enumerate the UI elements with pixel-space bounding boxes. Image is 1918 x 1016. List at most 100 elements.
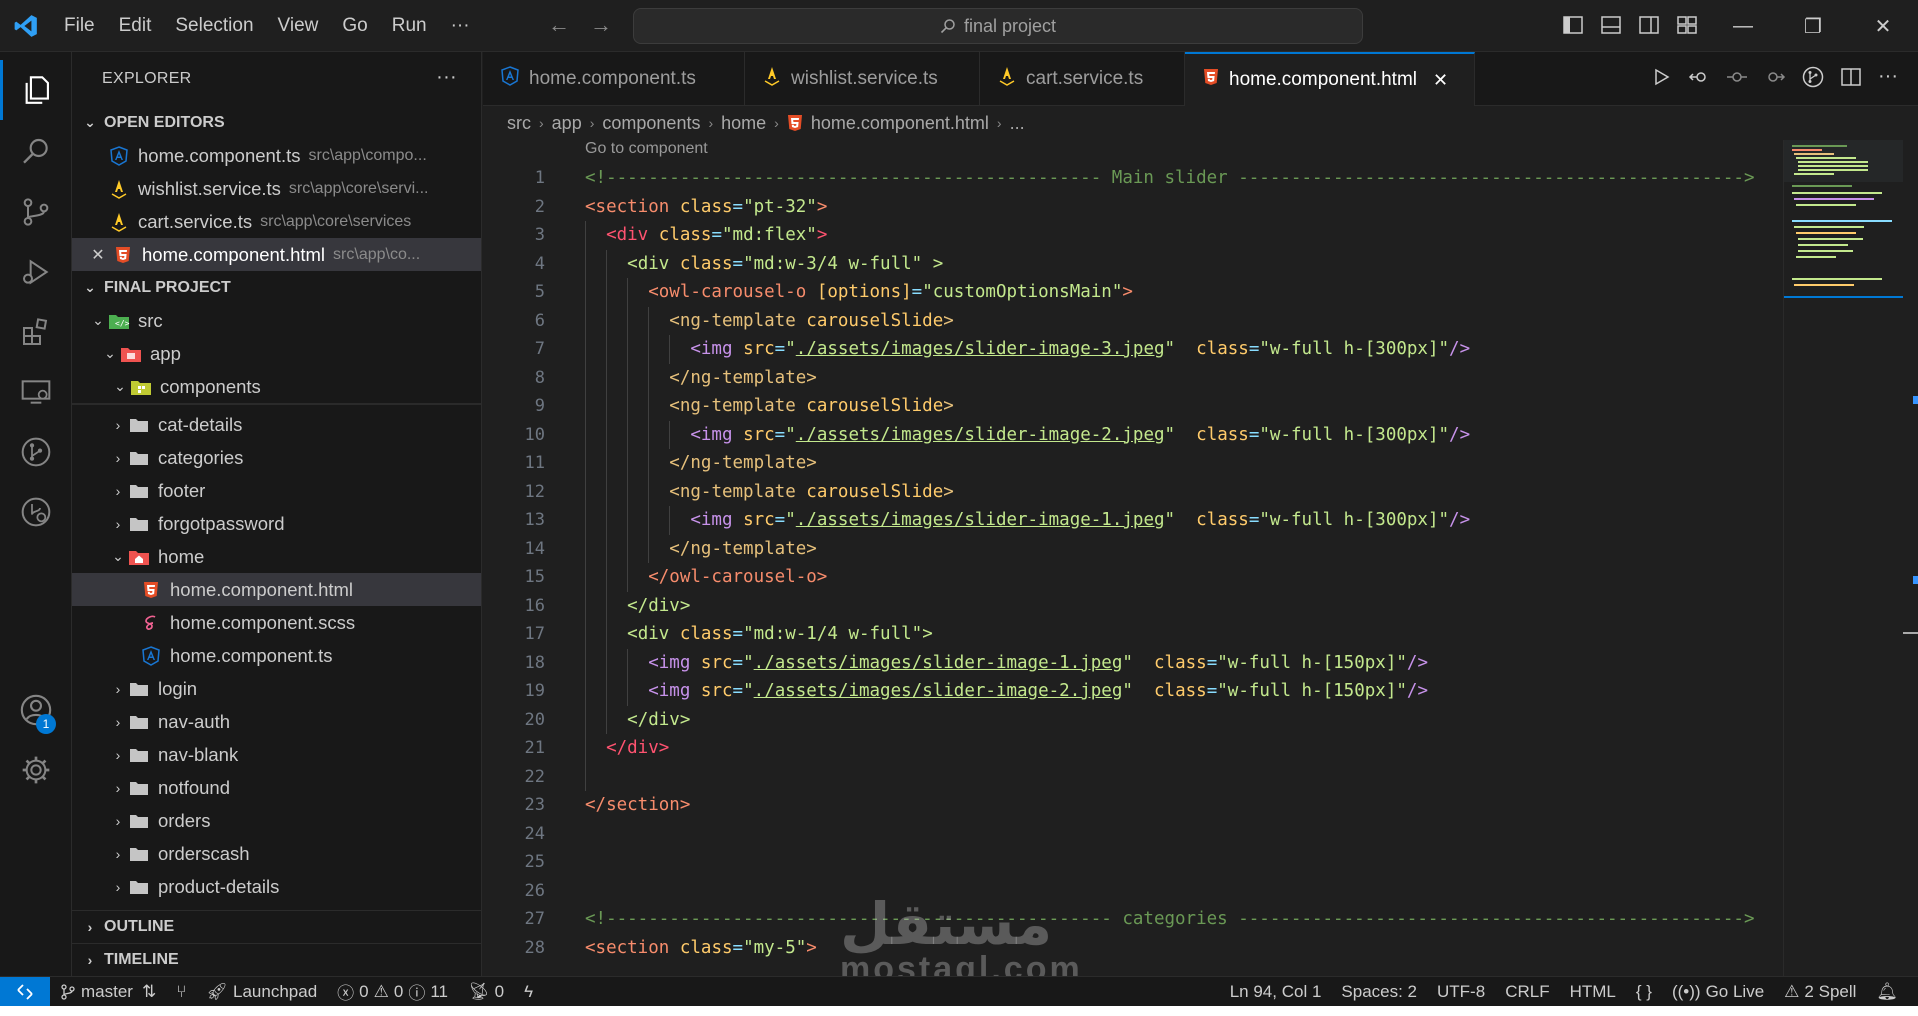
code-line[interactable]: <img src="./assets/images/slider-image-1… bbox=[585, 648, 1754, 677]
prettier-icon[interactable]: { } bbox=[1626, 982, 1662, 1002]
minimize-icon[interactable]: — bbox=[1708, 0, 1778, 52]
ports-status[interactable]: 📡︎ 0 bbox=[458, 982, 514, 1002]
run-icon[interactable] bbox=[1650, 66, 1672, 88]
tree-folder[interactable]: › login bbox=[72, 672, 481, 705]
open-editors-section[interactable]: ⌄ OPEN EDITORS bbox=[72, 106, 481, 139]
testing-icon[interactable] bbox=[0, 482, 72, 542]
code-line[interactable]: <section class="my-5"> bbox=[585, 934, 1754, 963]
tree-folder-src[interactable]: ⌄ </> src bbox=[72, 304, 481, 337]
tree-file[interactable]: home.component.ts bbox=[72, 639, 481, 672]
menu-run[interactable]: Run bbox=[380, 15, 439, 37]
code-line[interactable]: <div class="md:w-3/4 w-full" > bbox=[585, 249, 1754, 278]
minimap[interactable] bbox=[1783, 140, 1904, 976]
menu-selection[interactable]: Selection bbox=[163, 15, 265, 37]
timeline-section[interactable]: › TIMELINE bbox=[72, 943, 482, 976]
encoding[interactable]: UTF-8 bbox=[1427, 982, 1495, 1002]
code-line[interactable]: <ng-template carouselSlide> bbox=[585, 392, 1754, 421]
source-control-icon[interactable] bbox=[0, 182, 72, 242]
commit-icon[interactable] bbox=[1726, 66, 1748, 88]
code-line[interactable]: </ng-template> bbox=[585, 449, 1754, 478]
code-line[interactable]: <!--------------------------------------… bbox=[585, 164, 1754, 193]
tree-folder[interactable]: › nav-auth bbox=[72, 705, 481, 738]
open-editor-item[interactable]: home.component.ts src\app\compo... bbox=[72, 139, 481, 172]
back-arrow-icon[interactable]: ← bbox=[548, 12, 570, 38]
explorer-more-actions[interactable]: ··· bbox=[436, 66, 457, 89]
notifications-bell-icon[interactable]: 🔔︎ bbox=[1866, 982, 1908, 1002]
spell-check-status[interactable]: ⚠ 2 Spell bbox=[1774, 982, 1866, 1002]
code-line[interactable]: </div> bbox=[585, 705, 1754, 734]
lightning-status[interactable]: ϟ bbox=[514, 982, 543, 1002]
restore-icon[interactable]: ❐ bbox=[1778, 0, 1848, 52]
tree-folder[interactable]: › forgotpassword bbox=[72, 507, 481, 540]
code-line[interactable]: </ng-template> bbox=[585, 534, 1754, 563]
menu-view[interactable]: View bbox=[266, 15, 331, 37]
code-line[interactable]: <owl-carousel-o [options]="customOptions… bbox=[585, 278, 1754, 307]
tab-home-component-html[interactable]: home.component.html ✕ bbox=[1185, 52, 1475, 106]
open-editor-item-active[interactable]: ✕ home.component.html src\app\co... bbox=[72, 238, 481, 271]
tree-folder-home[interactable]: ⌄ home bbox=[72, 540, 481, 573]
tree-folder-components[interactable]: ⌄ components bbox=[72, 370, 481, 403]
tab-wishlist-service[interactable]: wishlist.service.ts bbox=[745, 52, 980, 106]
tree-folder[interactable]: › cat-details bbox=[72, 408, 481, 441]
code-line[interactable]: <img src="./assets/images/slider-image-2… bbox=[585, 677, 1754, 706]
language-mode[interactable]: HTML bbox=[1560, 982, 1626, 1002]
tree-folder[interactable]: › footer bbox=[72, 474, 481, 507]
code-line[interactable]: <div class="md:flex"> bbox=[585, 221, 1754, 250]
code-line[interactable] bbox=[585, 820, 1754, 849]
code-content[interactable]: <!--------------------------------------… bbox=[585, 164, 1754, 962]
code-editor[interactable]: Go to component 1 2 3 4 5 6 7 8 9 10 11 … bbox=[483, 140, 1783, 976]
tab-cart-service[interactable]: cart.service.ts bbox=[980, 52, 1185, 106]
tree-file[interactable]: home.component.scss bbox=[72, 606, 481, 639]
tree-folder[interactable]: › nav-blank bbox=[72, 738, 481, 771]
toggle-primary-sidebar-icon[interactable] bbox=[1562, 14, 1584, 36]
remote-indicator-icon[interactable] bbox=[0, 976, 50, 1007]
branch-indicator[interactable]: master ⇅ bbox=[50, 982, 166, 1002]
menu-more[interactable]: ··· bbox=[439, 15, 482, 37]
editor-scrollbar[interactable] bbox=[1903, 140, 1918, 976]
code-line[interactable]: </owl-carousel-o> bbox=[585, 563, 1754, 592]
close-editor-icon[interactable]: ✕ bbox=[88, 245, 108, 265]
end-of-line[interactable]: CRLF bbox=[1495, 982, 1559, 1002]
next-change-icon[interactable] bbox=[1764, 66, 1786, 88]
tree-folder[interactable]: › categories bbox=[72, 441, 481, 474]
extensions-icon[interactable] bbox=[0, 302, 72, 362]
outline-section[interactable]: › OUTLINE bbox=[72, 910, 482, 943]
split-editor-icon[interactable] bbox=[1840, 66, 1862, 88]
menu-go[interactable]: Go bbox=[330, 15, 379, 37]
open-editor-item[interactable]: wishlist.service.ts src\app\core\servi..… bbox=[72, 172, 481, 205]
code-line[interactable]: </ng-template> bbox=[585, 363, 1754, 392]
open-changes-icon[interactable] bbox=[1688, 66, 1710, 88]
problems-status[interactable]: ⓧ 0 ⚠ 0 ⓘ 11 bbox=[327, 979, 458, 1004]
breadcrumb-item[interactable]: ... bbox=[1010, 113, 1025, 134]
close-tab-icon[interactable]: ✕ bbox=[1433, 70, 1448, 91]
customize-layout-icon[interactable] bbox=[1676, 14, 1698, 36]
command-center-search[interactable]: final project bbox=[633, 8, 1363, 44]
code-line[interactable]: <ng-template carouselSlide> bbox=[585, 306, 1754, 335]
code-line[interactable] bbox=[585, 848, 1754, 877]
toggle-secondary-sidebar-icon[interactable] bbox=[1638, 14, 1660, 36]
toggle-panel-icon[interactable] bbox=[1600, 14, 1622, 36]
code-line[interactable]: <img src="./assets/images/slider-image-2… bbox=[585, 420, 1754, 449]
tree-file-active[interactable]: home.component.html bbox=[72, 573, 481, 606]
git-lens-icon[interactable] bbox=[1802, 66, 1824, 88]
code-line[interactable] bbox=[585, 762, 1754, 791]
indentation[interactable]: Spaces: 2 bbox=[1331, 982, 1427, 1002]
launchpad-status[interactable]: 🚀︎ Launchpad bbox=[196, 982, 327, 1002]
menu-file[interactable]: File bbox=[52, 15, 107, 37]
tree-folder-app[interactable]: ⌄ app bbox=[72, 337, 481, 370]
search-icon[interactable] bbox=[0, 122, 72, 182]
code-line[interactable]: <img src="./assets/images/slider-image-3… bbox=[585, 335, 1754, 364]
tree-folder[interactable]: › notfound bbox=[72, 771, 481, 804]
code-line[interactable]: <div class="md:w-1/4 w-full"> bbox=[585, 620, 1754, 649]
breadcrumb-item[interactable]: home bbox=[721, 113, 766, 134]
menu-edit[interactable]: Edit bbox=[107, 15, 164, 37]
tree-folder[interactable]: › product-details bbox=[72, 870, 481, 903]
breadcrumb-item[interactable]: app bbox=[552, 113, 582, 134]
code-line[interactable]: </div> bbox=[585, 591, 1754, 620]
cursor-position[interactable]: Ln 94, Col 1 bbox=[1220, 982, 1332, 1002]
more-actions-icon[interactable]: ··· bbox=[1878, 66, 1898, 88]
open-editor-item[interactable]: cart.service.ts src\app\core\services bbox=[72, 205, 481, 238]
code-line[interactable]: <ng-template carouselSlide> bbox=[585, 477, 1754, 506]
git-graph-status[interactable]: ⑂ bbox=[166, 982, 196, 1002]
breadcrumb-item[interactable]: home.component.html bbox=[811, 113, 989, 134]
